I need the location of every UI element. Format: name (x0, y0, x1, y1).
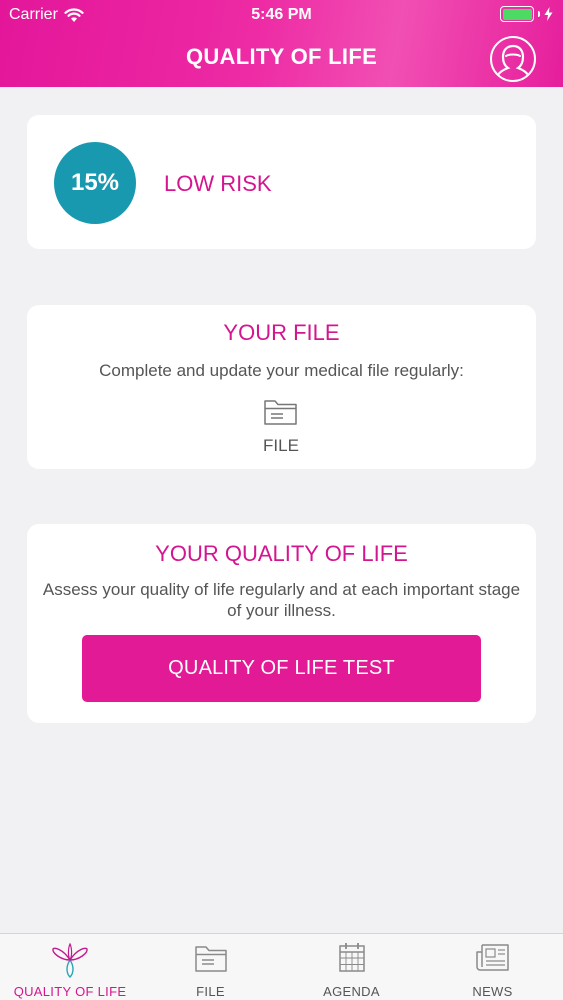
qol-card-title: YOUR QUALITY OF LIFE (155, 541, 408, 566)
tab-label: NEWS (472, 984, 513, 999)
quality-of-life-card: YOUR QUALITY OF LIFE Assess your quality… (27, 524, 536, 723)
tab-quality-of-life[interactable]: QUALITY OF LIFE (0, 934, 140, 1000)
page-title: QUALITY OF LIFE (185, 44, 378, 69)
charging-bolt-icon (544, 7, 553, 21)
file-link-label: FILE (263, 436, 299, 455)
calendar-icon (338, 943, 365, 972)
status-time: 5:46 PM (251, 6, 312, 23)
tab-label: QUALITY OF LIFE (13, 984, 127, 999)
risk-percentage-badge: 15% (54, 142, 136, 224)
tab-bar: QUALITY OF LIFE FILE AGENDA NEWS (0, 933, 563, 1000)
risk-card: 15% LOW RISK (27, 115, 536, 249)
qol-test-button-label: QUALITY OF LIFE TEST (168, 657, 395, 679)
tab-label: FILE (196, 984, 225, 999)
app-header: Carrier 5:46 PM QUALITY OF LIFE (0, 0, 563, 87)
risk-percentage: 15% (70, 169, 120, 196)
file-card: YOUR FILE Complete and update your medic… (27, 305, 536, 469)
battery-indicator (500, 6, 553, 22)
tab-agenda[interactable]: AGENDA (281, 934, 422, 1000)
tab-file[interactable]: FILE (140, 934, 281, 1000)
status-bar: Carrier 5:46 PM (0, 0, 563, 30)
qol-card-description: Assess your quality of life regularly an… (42, 580, 521, 620)
file-link[interactable]: FILE (241, 393, 321, 457)
risk-level-label: LOW RISK (164, 171, 272, 196)
tab-news[interactable]: NEWS (422, 934, 563, 1000)
tab-label: AGENDA (323, 984, 380, 999)
quality-of-life-test-button[interactable]: QUALITY OF LIFE TEST (82, 635, 481, 702)
profile-button[interactable] (490, 36, 536, 82)
file-card-title: YOUR FILE (223, 320, 340, 345)
file-card-description: Complete and update your medical file re… (99, 361, 464, 380)
folder-icon (194, 946, 227, 972)
newspaper-icon (475, 944, 509, 971)
user-avatar-icon (496, 44, 530, 77)
battery-icon (500, 6, 534, 22)
folder-icon (264, 400, 297, 425)
ribbon-flower-icon (52, 942, 88, 978)
